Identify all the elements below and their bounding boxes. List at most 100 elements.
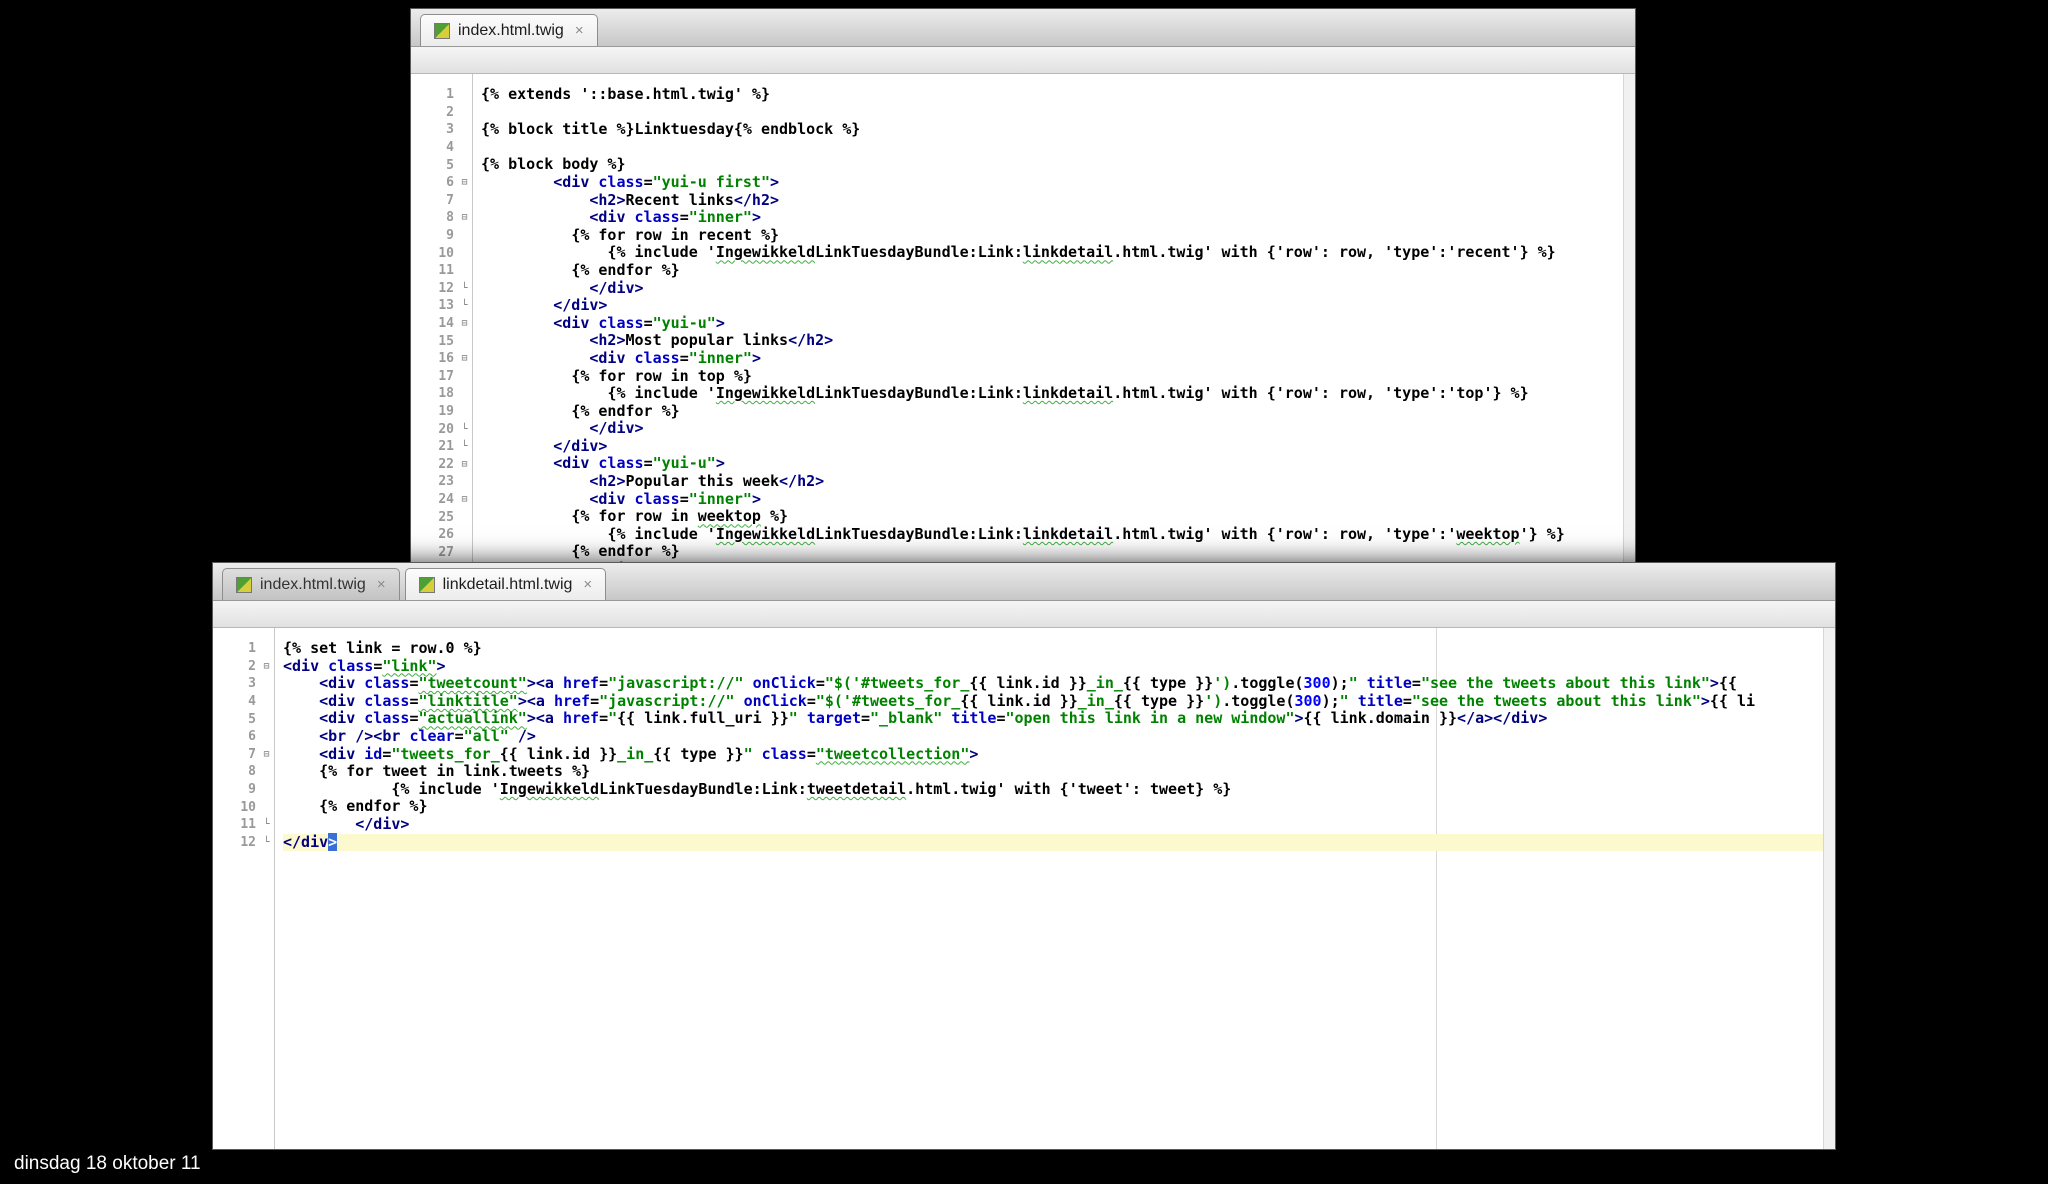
fold-marker-icon[interactable]: └ <box>457 283 472 294</box>
editor-pane-linkdetail[interactable]: 12⊟34567⊟891011└12└ {% set link = row.0 … <box>213 628 1835 1149</box>
code-line[interactable] <box>481 104 1635 122</box>
twig-file-icon <box>434 23 450 39</box>
code-line[interactable]: <div class="tweetcount"><a href="javascr… <box>283 675 1835 693</box>
code-token <box>481 314 553 332</box>
code-token: <div <box>283 657 319 675</box>
fold-marker-icon[interactable]: └ <box>259 819 274 830</box>
code-token: "javascript://" <box>599 692 734 710</box>
close-tab-icon[interactable]: × <box>377 576 386 593</box>
code-token: " <box>744 745 753 763</box>
code-line[interactable]: {% for row in recent %} <box>481 227 1635 245</box>
gutter-row: 6 <box>213 728 274 746</box>
code-line[interactable]: <div class="link"> <box>283 658 1835 676</box>
line-number: 10 <box>213 800 259 815</box>
vertical-scrollbar[interactable] <box>1623 74 1635 563</box>
code-line[interactable]: {% include 'IngewikkeldLinkTuesdayBundle… <box>283 781 1835 799</box>
code-token: {{ type }} <box>1123 674 1213 692</box>
code-token: <div <box>319 709 355 727</box>
gutter-row: 21└ <box>411 438 472 456</box>
gutter-row: 2 <box>411 104 472 122</box>
fold-marker-icon[interactable]: ⊟ <box>457 353 472 364</box>
fold-marker-icon[interactable]: └ <box>457 300 472 311</box>
fold-marker-icon[interactable]: └ <box>457 441 472 452</box>
code-line[interactable]: </div> <box>481 280 1635 298</box>
code-line[interactable]: {% for row in top %} <box>481 368 1635 386</box>
vertical-scrollbar[interactable] <box>1823 628 1835 1149</box>
code-line[interactable]: </div> <box>481 420 1635 438</box>
twig-file-icon <box>236 577 252 593</box>
code-line[interactable]: <h2>Popular this week</h2> <box>481 473 1635 491</box>
code-token: = <box>1412 674 1421 692</box>
code-line[interactable]: <div id="tweets_for_{{ link.id }}_in_{{ … <box>283 746 1835 764</box>
code-token: target <box>807 709 861 727</box>
code-line[interactable]: <div class="actuallink"><a href="{{ link… <box>283 710 1835 728</box>
code-line[interactable]: {% block body %} <box>481 156 1635 174</box>
code-line[interactable]: <div class="inner"> <box>481 350 1635 368</box>
editor-pane-index[interactable]: 123456⊟78⊟9101112└13└14⊟1516⊟17181920└21… <box>411 74 1635 563</box>
tab-index-html-twig[interactable]: index.html.twig × <box>222 568 400 600</box>
code-token: class <box>598 173 643 191</box>
code-token: {% endfor %} <box>319 797 427 815</box>
code-line[interactable]: {% include 'IngewikkeldLinkTuesdayBundle… <box>481 385 1635 403</box>
tab-linkdetail-html-twig[interactable]: linkdetail.html.twig × <box>405 568 607 600</box>
fold-marker-icon[interactable]: ⊟ <box>457 494 472 505</box>
code-line[interactable]: <div class="yui-u"> <box>481 455 1635 473</box>
code-line[interactable]: {% extends '::base.html.twig' %} <box>481 86 1635 104</box>
code-line[interactable]: {% for tweet in link.tweets %} <box>283 763 1835 781</box>
code-line[interactable]: </div> <box>481 297 1635 315</box>
code-line[interactable] <box>481 139 1635 157</box>
code-token: title <box>951 709 996 727</box>
fold-marker-icon[interactable]: └ <box>457 424 472 435</box>
fold-marker-icon[interactable]: ⊟ <box>457 177 472 188</box>
code-line[interactable]: {% endfor %} <box>481 543 1635 561</box>
fold-marker-icon[interactable]: ⊟ <box>457 459 472 470</box>
close-tab-icon[interactable]: × <box>583 576 592 593</box>
code-token: 300 <box>1304 674 1331 692</box>
code-token: Linktuesday <box>635 120 734 138</box>
code-token: {{ link.id }} <box>960 692 1077 710</box>
code-token: </div> <box>553 296 607 314</box>
code-line[interactable]: {% for row in weektop %} <box>481 508 1635 526</box>
tab-index-html-twig[interactable]: index.html.twig × <box>420 14 598 46</box>
line-number: 18 <box>411 386 457 401</box>
fold-marker-icon[interactable]: ⊟ <box>259 749 274 760</box>
code-token: .html.twig' <box>1113 243 1212 261</box>
code-token: "inner" <box>689 208 752 226</box>
code-line[interactable]: <div class="linktitle"><a href="javascri… <box>283 693 1835 711</box>
code-token: > <box>716 454 725 472</box>
code-line[interactable]: {% endfor %} <box>481 403 1635 421</box>
code-token: ') <box>1213 674 1231 692</box>
line-number: 1 <box>213 641 259 656</box>
code-line[interactable]: <div class="yui-u first"> <box>481 174 1635 192</box>
code-line[interactable]: {% include 'IngewikkeldLinkTuesdayBundle… <box>481 526 1635 544</box>
code-line[interactable]: </div> <box>481 438 1635 456</box>
code-line[interactable]: {% endfor %} <box>283 798 1835 816</box>
code-line[interactable]: <div class="yui-u"> <box>481 315 1635 333</box>
close-tab-icon[interactable]: × <box>575 22 584 39</box>
code-area[interactable]: {% extends '::base.html.twig' %}{% block… <box>473 74 1635 563</box>
code-line[interactable]: {% include 'IngewikkeldLinkTuesdayBundle… <box>481 244 1635 262</box>
code-token: ' <box>707 384 716 402</box>
code-token: class <box>364 674 409 692</box>
line-number: 24 <box>411 492 457 507</box>
code-line[interactable]: <h2>Recent links</h2> <box>481 192 1635 210</box>
code-line[interactable]: <div class="inner"> <box>481 209 1635 227</box>
code-line[interactable]: </div> <box>283 816 1835 834</box>
fold-marker-icon[interactable]: └ <box>259 837 274 848</box>
fold-marker-icon[interactable]: ⊟ <box>259 661 274 672</box>
code-line[interactable]: <br /><br clear="all" /> <box>283 728 1835 746</box>
fold-marker-icon[interactable]: ⊟ <box>457 212 472 223</box>
code-token: Ingewikkeld <box>716 243 815 261</box>
code-token <box>481 472 589 490</box>
code-line[interactable]: <h2>Most popular links</h2> <box>481 332 1635 350</box>
code-line[interactable]: </div> <box>283 834 1835 852</box>
code-line[interactable]: <div class="inner"> <box>481 491 1635 509</box>
code-area[interactable]: {% set link = row.0 %}<div class="link">… <box>275 628 1835 1149</box>
code-line[interactable]: {% set link = row.0 %} <box>283 640 1835 658</box>
code-line[interactable]: {% endfor %} <box>481 262 1635 280</box>
tab-label: linkdetail.html.twig <box>443 576 573 594</box>
code-line[interactable]: {% block title %}Linktuesday{% endblock … <box>481 121 1635 139</box>
line-number: 27 <box>411 545 457 560</box>
code-token <box>481 331 589 349</box>
fold-marker-icon[interactable]: ⊟ <box>457 318 472 329</box>
